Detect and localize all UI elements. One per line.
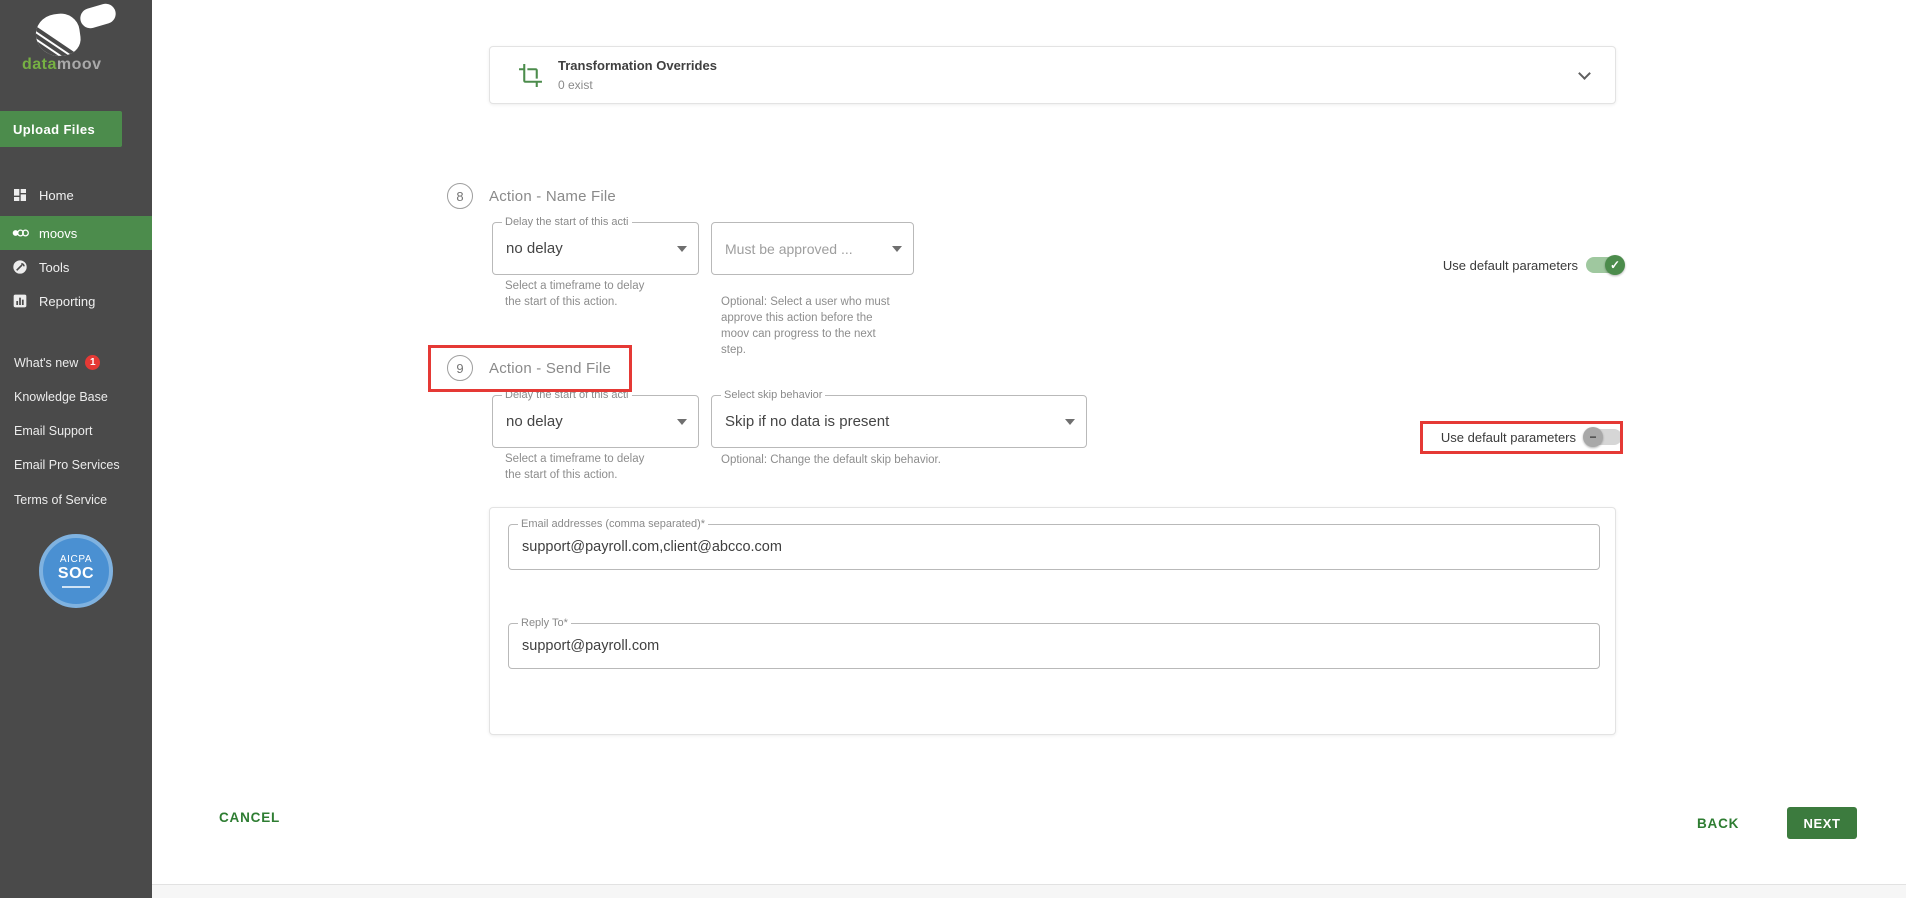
sidebar-item-label: Reporting [39, 293, 96, 309]
step9-delay-select-value: no delay [506, 413, 563, 430]
dropdown-caret-icon [892, 245, 902, 252]
sidebar-link-whats-new[interactable]: What's new 1 [14, 355, 101, 370]
step8-delay-helper: Select a timeframe to delay the start of… [505, 280, 645, 309]
tools-wrench-icon [12, 259, 29, 276]
step8-approver-select-value: Must be approved ... [725, 240, 853, 257]
sidebar-item-moovs[interactable]: moovs [0, 216, 152, 250]
step8-delay-select[interactable]: Delay the start of this acti no delay [492, 216, 699, 275]
overrides-title: Transformation Overrides [558, 58, 717, 73]
step9-use-default-toggle[interactable]: − [1583, 427, 1622, 447]
sidebar-link-label: What's new [14, 355, 79, 370]
crop-transform-icon [518, 63, 543, 93]
brand-word-moov: moov [56, 56, 102, 73]
soc-badge-main-text: SOC [57, 565, 95, 582]
sidebar-link-label: Knowledge Base [14, 390, 108, 404]
chevron-down-icon[interactable] [1578, 67, 1591, 80]
bottom-strip [152, 885, 1906, 898]
sidebar-item-label: Tools [39, 259, 70, 275]
send-file-params-card: Email addresses (comma separated)* Reply… [489, 507, 1616, 735]
step9-use-default-label: Use default parameters [1440, 430, 1576, 445]
sidebar-link-label: Email Pro Services [14, 458, 120, 472]
step8-approver-helper: Optional: Select a user who must approve… [721, 296, 890, 357]
sidebar-item-tools[interactable]: Tools [0, 250, 152, 284]
step8-delay-select-value: no delay [506, 240, 563, 257]
brand-wordmark: datamoov [22, 56, 102, 74]
topbar: TV [152, 0, 1906, 40]
soc-badge-top-text: AICPA [59, 554, 93, 565]
step9-number-circle: 9 [447, 355, 473, 381]
step9-delay-helper: Select a timeframe to delay the start of… [505, 453, 645, 482]
step8-title: Action - Name File [489, 188, 616, 205]
toggle-check-icon: ✓ [1605, 255, 1625, 275]
sidebar-link-email-support[interactable]: Email Support [14, 424, 93, 438]
whats-new-count-badge: 1 [85, 355, 101, 370]
step9-delay-select[interactable]: Delay the start of this acti no delay [492, 389, 699, 448]
dropdown-caret-icon [677, 245, 687, 252]
sidebar: datamoov Upload Files Home moovs Tools R… [0, 0, 152, 898]
sidebar-item-reporting[interactable]: Reporting [0, 284, 152, 318]
logo-pill-shape [77, 1, 119, 31]
step8-number-circle: 8 [447, 183, 473, 209]
home-grid-icon [12, 187, 29, 204]
toggle-minus-icon: − [1583, 427, 1603, 447]
step8-use-default-toggle[interactable]: ✓ [1586, 255, 1625, 275]
brand-word-data: data [22, 56, 57, 73]
step9-title: Action - Send File [489, 360, 611, 377]
reply-to-input[interactable] [522, 624, 1586, 668]
step9-skip-behavior-select[interactable]: Select skip behavior Skip if no data is … [711, 389, 1087, 448]
sidebar-item-label: moovs [39, 225, 78, 241]
sidebar-item-home[interactable]: Home [0, 178, 152, 212]
overrides-subtitle: 0 exist [558, 78, 593, 92]
transformation-overrides-card[interactable]: Transformation Overrides 0 exist [489, 46, 1616, 104]
sidebar-link-terms-of-service[interactable]: Terms of Service [14, 493, 107, 507]
step8-approver-select[interactable]: Must be approved ... [711, 222, 914, 275]
dropdown-caret-icon [677, 418, 687, 425]
step9-skip-helper: Optional: Change the default skip behavi… [721, 454, 941, 466]
sidebar-item-label: Home [39, 187, 74, 203]
brand-logo-icon [33, 1, 119, 59]
step9-skip-select-value: Skip if no data is present [725, 413, 890, 430]
sidebar-link-knowledge-base[interactable]: Knowledge Base [14, 390, 108, 404]
dropdown-caret-icon [1065, 418, 1075, 425]
soc-badge-line [62, 586, 90, 588]
sidebar-link-label: Email Support [14, 424, 93, 438]
aicpa-soc-badge: AICPA SOC [39, 534, 113, 608]
reply-to-field[interactable]: Reply To* [508, 617, 1600, 669]
reporting-chart-icon [12, 293, 29, 310]
upload-files-button[interactable]: Upload Files [0, 111, 122, 147]
sidebar-link-email-pro-services[interactable]: Email Pro Services [14, 458, 120, 472]
app-root: datamoov Upload Files Home moovs Tools R… [0, 0, 1906, 898]
logo-hand-shape [33, 11, 83, 59]
moovs-circles-icon [12, 225, 29, 242]
cancel-button[interactable]: CANCEL [219, 810, 280, 825]
sidebar-link-label: Terms of Service [14, 493, 108, 507]
back-button[interactable]: BACK [1697, 816, 1739, 831]
email-addresses-field[interactable]: Email addresses (comma separated)* [508, 518, 1600, 570]
next-button[interactable]: NEXT [1787, 807, 1857, 839]
step8-use-default-label: Use default parameters [1442, 258, 1578, 273]
email-addresses-input[interactable] [522, 525, 1586, 569]
